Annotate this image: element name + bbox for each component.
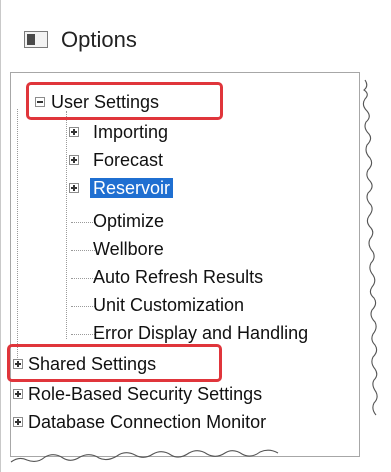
torn-edge-decoration	[10, 79, 378, 463]
options-window: Options User Settings Importing Forecast…	[0, 0, 391, 472]
